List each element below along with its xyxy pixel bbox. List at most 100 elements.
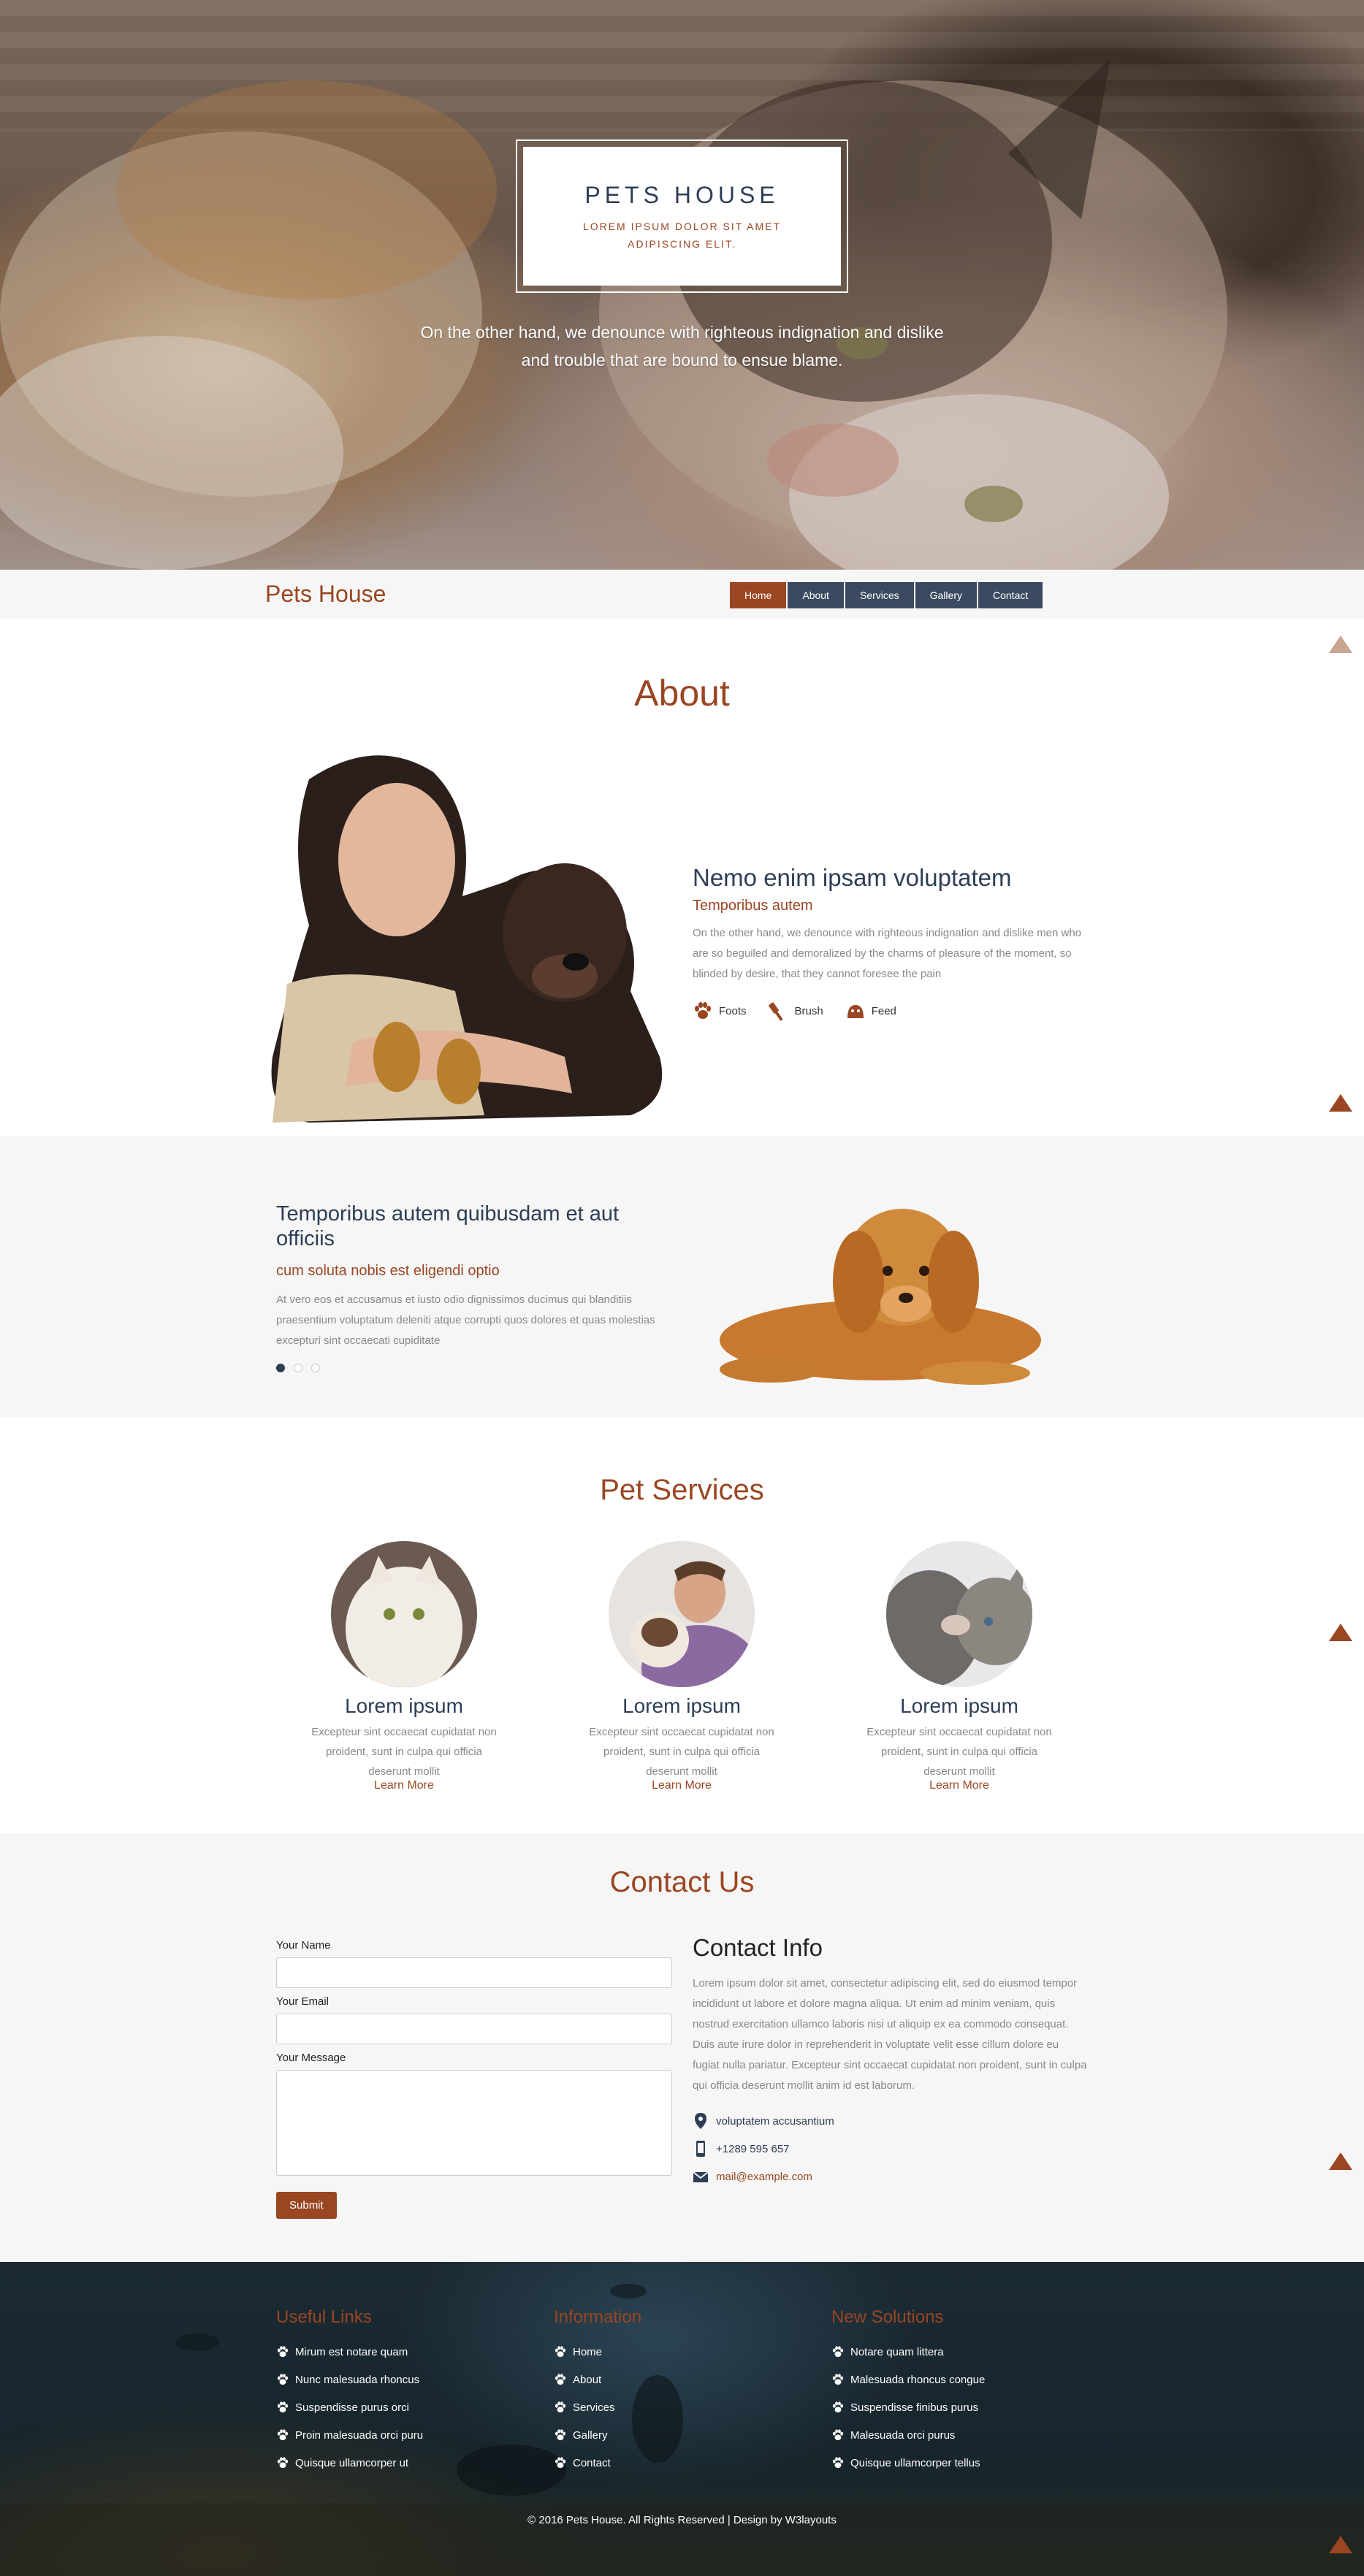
nav-item-home[interactable]: Home [730,582,787,608]
footer-link-label: Suspendisse finibus purus [850,2401,979,2414]
footer-link[interactable]: Suspendisse finibus purus [831,2393,1072,2421]
contact-info-text: Lorem ipsum dolor sit amet, consectetur … [693,1977,1087,2092]
contact-info-heading: Contact Info [693,1934,823,1961]
learn-more-link[interactable]: Learn More [850,1779,1069,1792]
about-title: About [634,673,730,714]
footer-link[interactable]: Gallery [554,2421,795,2449]
footer-link-label: Suspendisse purus orci [295,2401,409,2414]
map-pin-icon [695,2113,706,2129]
main-navbar: Pets House Home About Services Gallery C… [0,570,1364,619]
paw-icon [555,2429,566,2441]
nav-item-services[interactable]: Services [845,582,914,608]
brand-logo[interactable]: Pets House [265,581,386,608]
email-link[interactable]: mail@example.com [716,2171,812,2183]
feature-brush: Brush [768,1001,823,1021]
email-label: Your Email [276,1995,329,2008]
feature-label: Brush [794,1004,823,1017]
footer-link[interactable]: Home [554,2338,795,2366]
message-label: Your Message [276,2052,346,2064]
footer-link[interactable]: About [554,2366,795,2393]
service-title: Lorem ipsum [622,1694,741,1717]
footer-link[interactable]: Malesuada rhoncus congue [831,2366,1072,2393]
nav-item-gallery[interactable]: Gallery [915,582,977,608]
footer-link[interactable]: Nunc malesuada rhoncus [276,2366,517,2393]
footer-link-label: Proin malesuada orci puru [295,2428,424,2442]
feature-feed: Feed [845,1001,896,1021]
footer-link[interactable]: Notare quam littera [831,2338,1072,2366]
email-row: mail@example.com [693,2168,1087,2185]
phone-row: +1289 595 657 [693,2140,1087,2158]
footer-link-label: Quisque ullamcorper ut [295,2456,409,2469]
slider-dot[interactable] [276,1364,285,1372]
service-card: Lorem ipsum Excepteur sint occaecat cupi… [850,1541,1069,1792]
footer-link[interactable]: Quisque ullamcorper tellus [831,2449,1072,2477]
service-image-white-cat [331,1541,477,1687]
paw-icon [832,2346,844,2358]
slide-content: Temporibus autem quibusdam et aut offici… [276,1201,663,1351]
service-title: Lorem ipsum [345,1694,463,1717]
footer-col-new-solutions: New Solutions Notare quam littera Malesu… [831,2307,1072,2477]
paw-icon [832,2374,844,2385]
footer-link[interactable]: Quisque ullamcorper ut [276,2449,517,2477]
about-text: On the other hand, we denounce with righ… [693,927,1082,980]
contact-form: Your Name Your Email Your Message Submit [276,1939,672,2219]
about-heading: Nemo enim ipsam voluptatem [693,864,1012,891]
service-card: Lorem ipsum Excepteur sint occaecat cupi… [572,1541,791,1792]
footer: Useful Links Mirum est notare quam Nunc … [0,2262,1364,2576]
address-text: voluptatem accusantium [716,2114,834,2128]
paw-icon [695,1002,711,1019]
nav-item-about[interactable]: About [788,582,844,608]
slide-subheading: cum soluta nobis est eligendi optio [276,1263,500,1279]
service-text: Excepteur sint occaecat cupidatat non pr… [589,1726,774,1778]
footer-link[interactable]: Suspendisse purus orci [276,2393,517,2421]
footer-heading: Useful Links [276,2307,372,2327]
address-row: voluptatem accusantium [693,2112,1087,2130]
paw-icon [832,2401,844,2413]
scroll-top-icon[interactable] [1329,1094,1352,1112]
nav-item-contact[interactable]: Contact [978,582,1043,608]
slider-dot[interactable] [311,1364,320,1372]
footer-link[interactable]: Malesuada orci purus [831,2421,1072,2449]
service-text: Excepteur sint occaecat cupidatat non pr… [866,1726,1052,1778]
name-input[interactable] [276,1957,672,1988]
scroll-top-icon[interactable] [1329,1624,1352,1641]
footer-link-label: Mirum est notare quam [295,2345,408,2358]
footer-link-label: Quisque ullamcorper tellus [850,2456,980,2469]
nav-menu: Home About Services Gallery Contact [730,582,1043,608]
contact-info: Contact Info Lorem ipsum dolor sit amet,… [693,1934,1087,2185]
service-image-man-dog [609,1541,755,1687]
footer-link[interactable]: Services [554,2393,795,2421]
submit-button[interactable]: Submit [276,2192,337,2219]
paw-icon [277,2374,289,2385]
slide-text: At vero eos et accusamus et iusto odio d… [276,1293,655,1347]
slider-dot[interactable] [294,1364,302,1372]
footer-link-label: About [573,2373,602,2386]
learn-more-link[interactable]: Learn More [294,1779,514,1792]
feed-icon [847,1005,864,1018]
name-label: Your Name [276,1939,331,1952]
hero-banner: PETS HOUSE LOREM IPSUM DOLOR SIT AMET AD… [0,0,1364,570]
footer-link-label: Notare quam littera [850,2345,944,2358]
footer-link[interactable]: Proin malesuada orci puru [276,2421,517,2449]
woman-dog-image [271,755,663,1123]
brush-icon [768,1001,783,1021]
service-title: Lorem ipsum [900,1694,1018,1717]
footer-link[interactable]: Mirum est notare quam [276,2338,517,2366]
footer-link-label: Services [573,2401,615,2414]
learn-more-link[interactable]: Learn More [572,1779,791,1792]
email-input[interactable] [276,2014,672,2044]
feature-foots: Foots [693,1001,747,1021]
paw-icon [277,2457,289,2469]
paw-icon [832,2457,844,2469]
contact-section: Contact Us Your Name Your Email Your Mes… [0,1833,1364,2262]
message-textarea[interactable] [276,2070,672,2176]
paw-icon [832,2429,844,2441]
footer-link[interactable]: Contact [554,2449,795,2477]
paw-icon [277,2401,289,2413]
paw-icon [555,2346,566,2358]
logo-subtitle: LOREM IPSUM DOLOR SIT AMET ADIPISCING EL… [582,221,782,250]
copyright-text: © 2016 Pets House. All Rights Reserved |… [527,2514,837,2526]
scroll-top-icon[interactable] [1329,2536,1352,2553]
scroll-top-icon[interactable] [1329,635,1352,653]
scroll-top-icon[interactable] [1329,2152,1352,2170]
